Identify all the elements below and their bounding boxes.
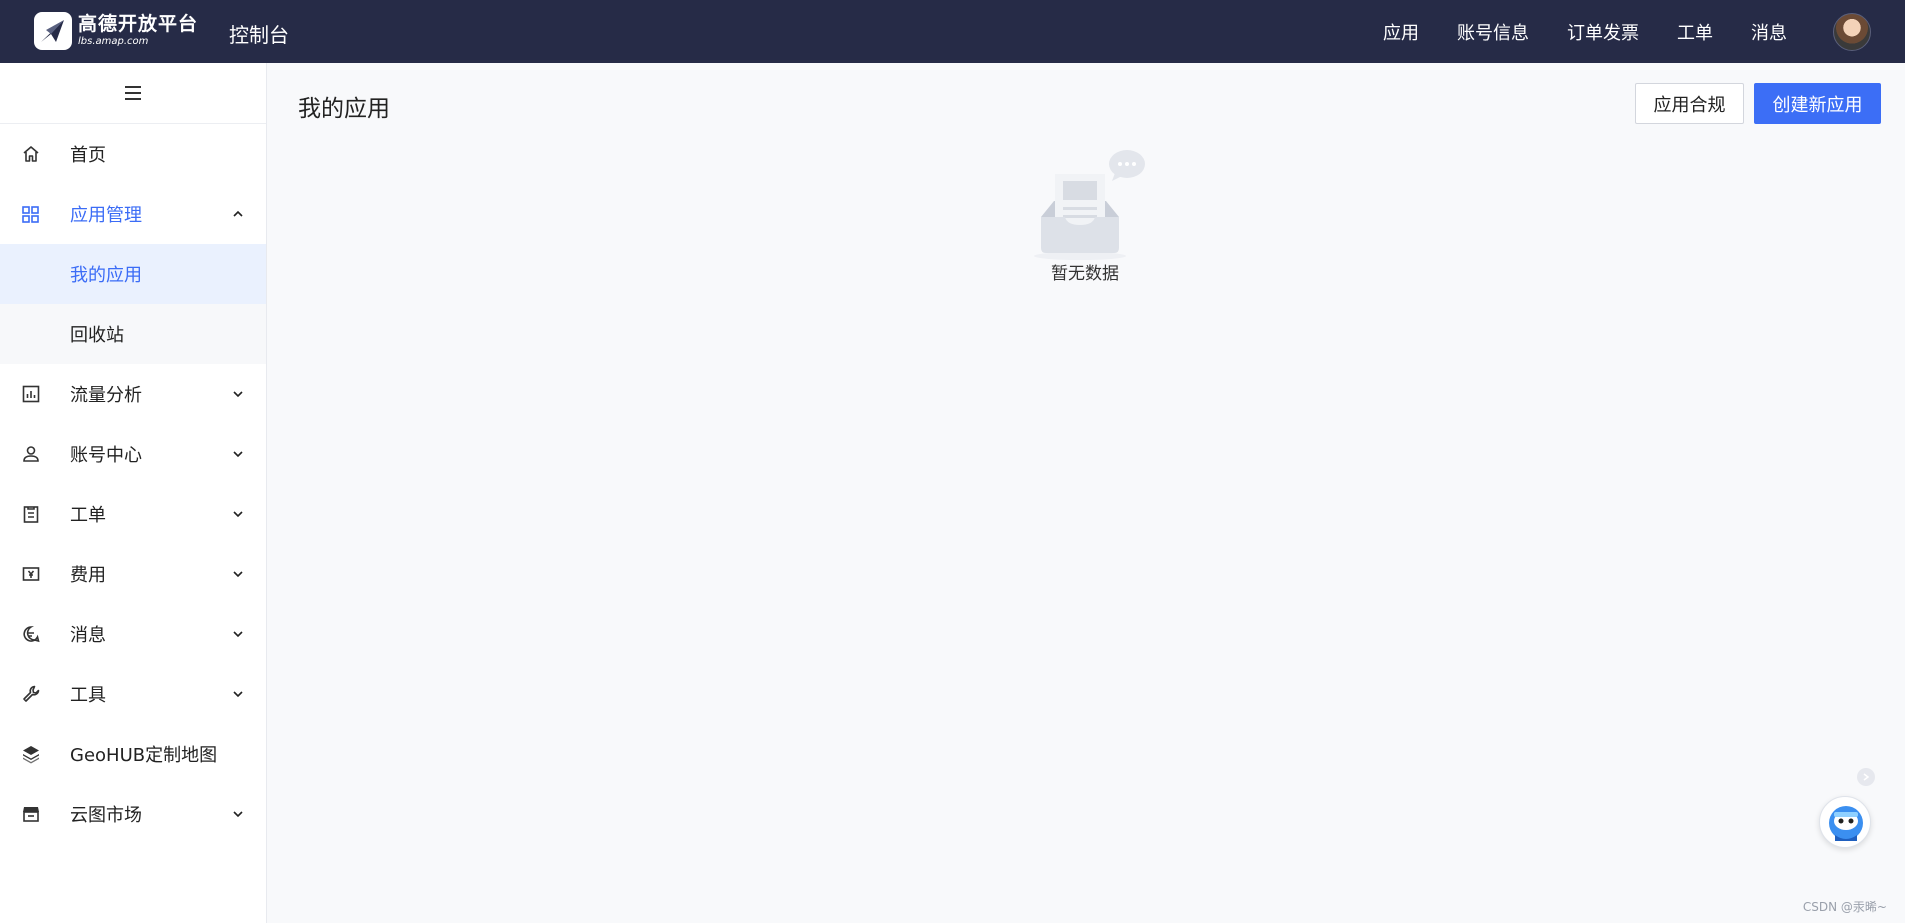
sidebar-item-home[interactable]: 首页 xyxy=(0,124,266,184)
logo-name: 高德开放平台 xyxy=(78,13,199,35)
sidebar-item-label: 账号中心 xyxy=(70,445,142,466)
app-compliance-button[interactable]: 应用合规 xyxy=(1635,83,1744,124)
main-content: 我的应用 应用合规 创建新应用 暂无数据 xyxy=(268,63,1905,923)
assistant-bot-icon[interactable] xyxy=(1819,796,1871,848)
avatar[interactable] xyxy=(1833,13,1871,51)
sidebar-item-tickets[interactable]: 工单 xyxy=(0,484,266,544)
store-icon xyxy=(23,807,39,822)
clipboard-icon xyxy=(23,506,39,523)
watermark: CSDN @汞晞~ xyxy=(1802,900,1887,914)
empty-text: 暂无数据 xyxy=(1051,264,1119,284)
sidebar-item-label: 费用 xyxy=(70,565,106,586)
chevron-down-icon xyxy=(233,631,243,638)
sidebar-item-label: 工具 xyxy=(70,685,106,706)
chevron-down-icon xyxy=(233,391,243,398)
nav-account-info[interactable]: 账号信息 xyxy=(1457,19,1529,45)
sidebar-item-label: 首页 xyxy=(70,145,106,166)
menu-toggle-icon[interactable] xyxy=(125,86,141,100)
sidebar-subitem-my-apps[interactable]: 我的应用 xyxy=(0,244,266,304)
sidebar-item-traffic-analysis[interactable]: 流量分析 xyxy=(0,364,266,424)
user-icon xyxy=(23,446,39,462)
sidebar-item-account-center[interactable]: 账号中心 xyxy=(0,424,266,484)
sidebar-item-geohub[interactable]: GeoHUB定制地图 xyxy=(0,724,266,784)
sidebar-item-label: GeoHUB定制地图 xyxy=(70,745,218,766)
sidebar-item-label: 消息 xyxy=(70,625,106,646)
empty-state: 暂无数据 xyxy=(1020,143,1150,284)
logo[interactable]: 高德开放平台 lbs.amap.com xyxy=(34,12,198,50)
nav-tickets[interactable]: 工单 xyxy=(1677,19,1713,45)
chevron-down-icon xyxy=(233,811,243,818)
sidebar-item-cloud-map-market[interactable]: 云图市场 xyxy=(0,784,266,844)
nav-apps[interactable]: 应用 xyxy=(1383,19,1419,45)
amap-logo-icon xyxy=(34,12,72,50)
top-nav: 应用 账号信息 订单发票 工单 消息 xyxy=(1345,0,1787,63)
bar-chart-icon xyxy=(22,385,40,403)
nav-orders-invoices[interactable]: 订单发票 xyxy=(1567,19,1639,45)
sidebar-item-label: 云图市场 xyxy=(70,805,142,826)
chevron-down-icon xyxy=(233,571,243,578)
logo-domain: lbs.amap.com xyxy=(78,36,149,47)
nav-messages[interactable]: 消息 xyxy=(1751,19,1787,45)
wrench-icon xyxy=(23,685,40,702)
empty-inbox-icon xyxy=(1034,150,1145,260)
page-title: 我的应用 xyxy=(298,96,390,122)
sidebar-item-label: 流量分析 xyxy=(70,385,142,406)
sidebar: 首页 应用管理 我的应用 回收站 流量分析 账号中心 工单 费用 消息 工具 G… xyxy=(0,63,267,923)
sidebar-item-tools[interactable]: 工具 xyxy=(0,664,266,724)
chevron-down-icon xyxy=(233,511,243,518)
submenu-app-management: 我的应用 回收站 xyxy=(0,244,266,364)
sidebar-item-label: 应用管理 xyxy=(70,205,142,226)
sidebar-item-messages[interactable]: 消息 xyxy=(0,604,266,664)
sidebar-collapse-row xyxy=(0,63,266,124)
chevron-down-icon xyxy=(233,451,243,458)
chevron-right-icon xyxy=(1863,773,1870,781)
message-icon xyxy=(23,626,40,643)
sidebar-item-billing[interactable]: 费用 xyxy=(0,544,266,604)
sidebar-item-label: 工单 xyxy=(70,505,106,526)
assistant-close-button[interactable] xyxy=(1857,768,1875,786)
create-app-button[interactable]: 创建新应用 xyxy=(1754,83,1881,124)
sidebar-item-app-management[interactable]: 应用管理 xyxy=(0,184,266,244)
sidebar-subitem-recycle-bin[interactable]: 回收站 xyxy=(0,304,266,364)
home-icon xyxy=(23,146,39,162)
layers-icon xyxy=(23,746,39,764)
chevron-down-icon xyxy=(233,691,243,698)
grid-icon xyxy=(22,206,39,223)
console-title[interactable]: 控制台 xyxy=(229,19,289,48)
chevron-up-icon xyxy=(233,210,243,217)
yuan-icon xyxy=(22,567,40,581)
top-bar: 高德开放平台 lbs.amap.com 控制台 应用 账号信息 订单发票 工单 … xyxy=(0,0,1905,63)
